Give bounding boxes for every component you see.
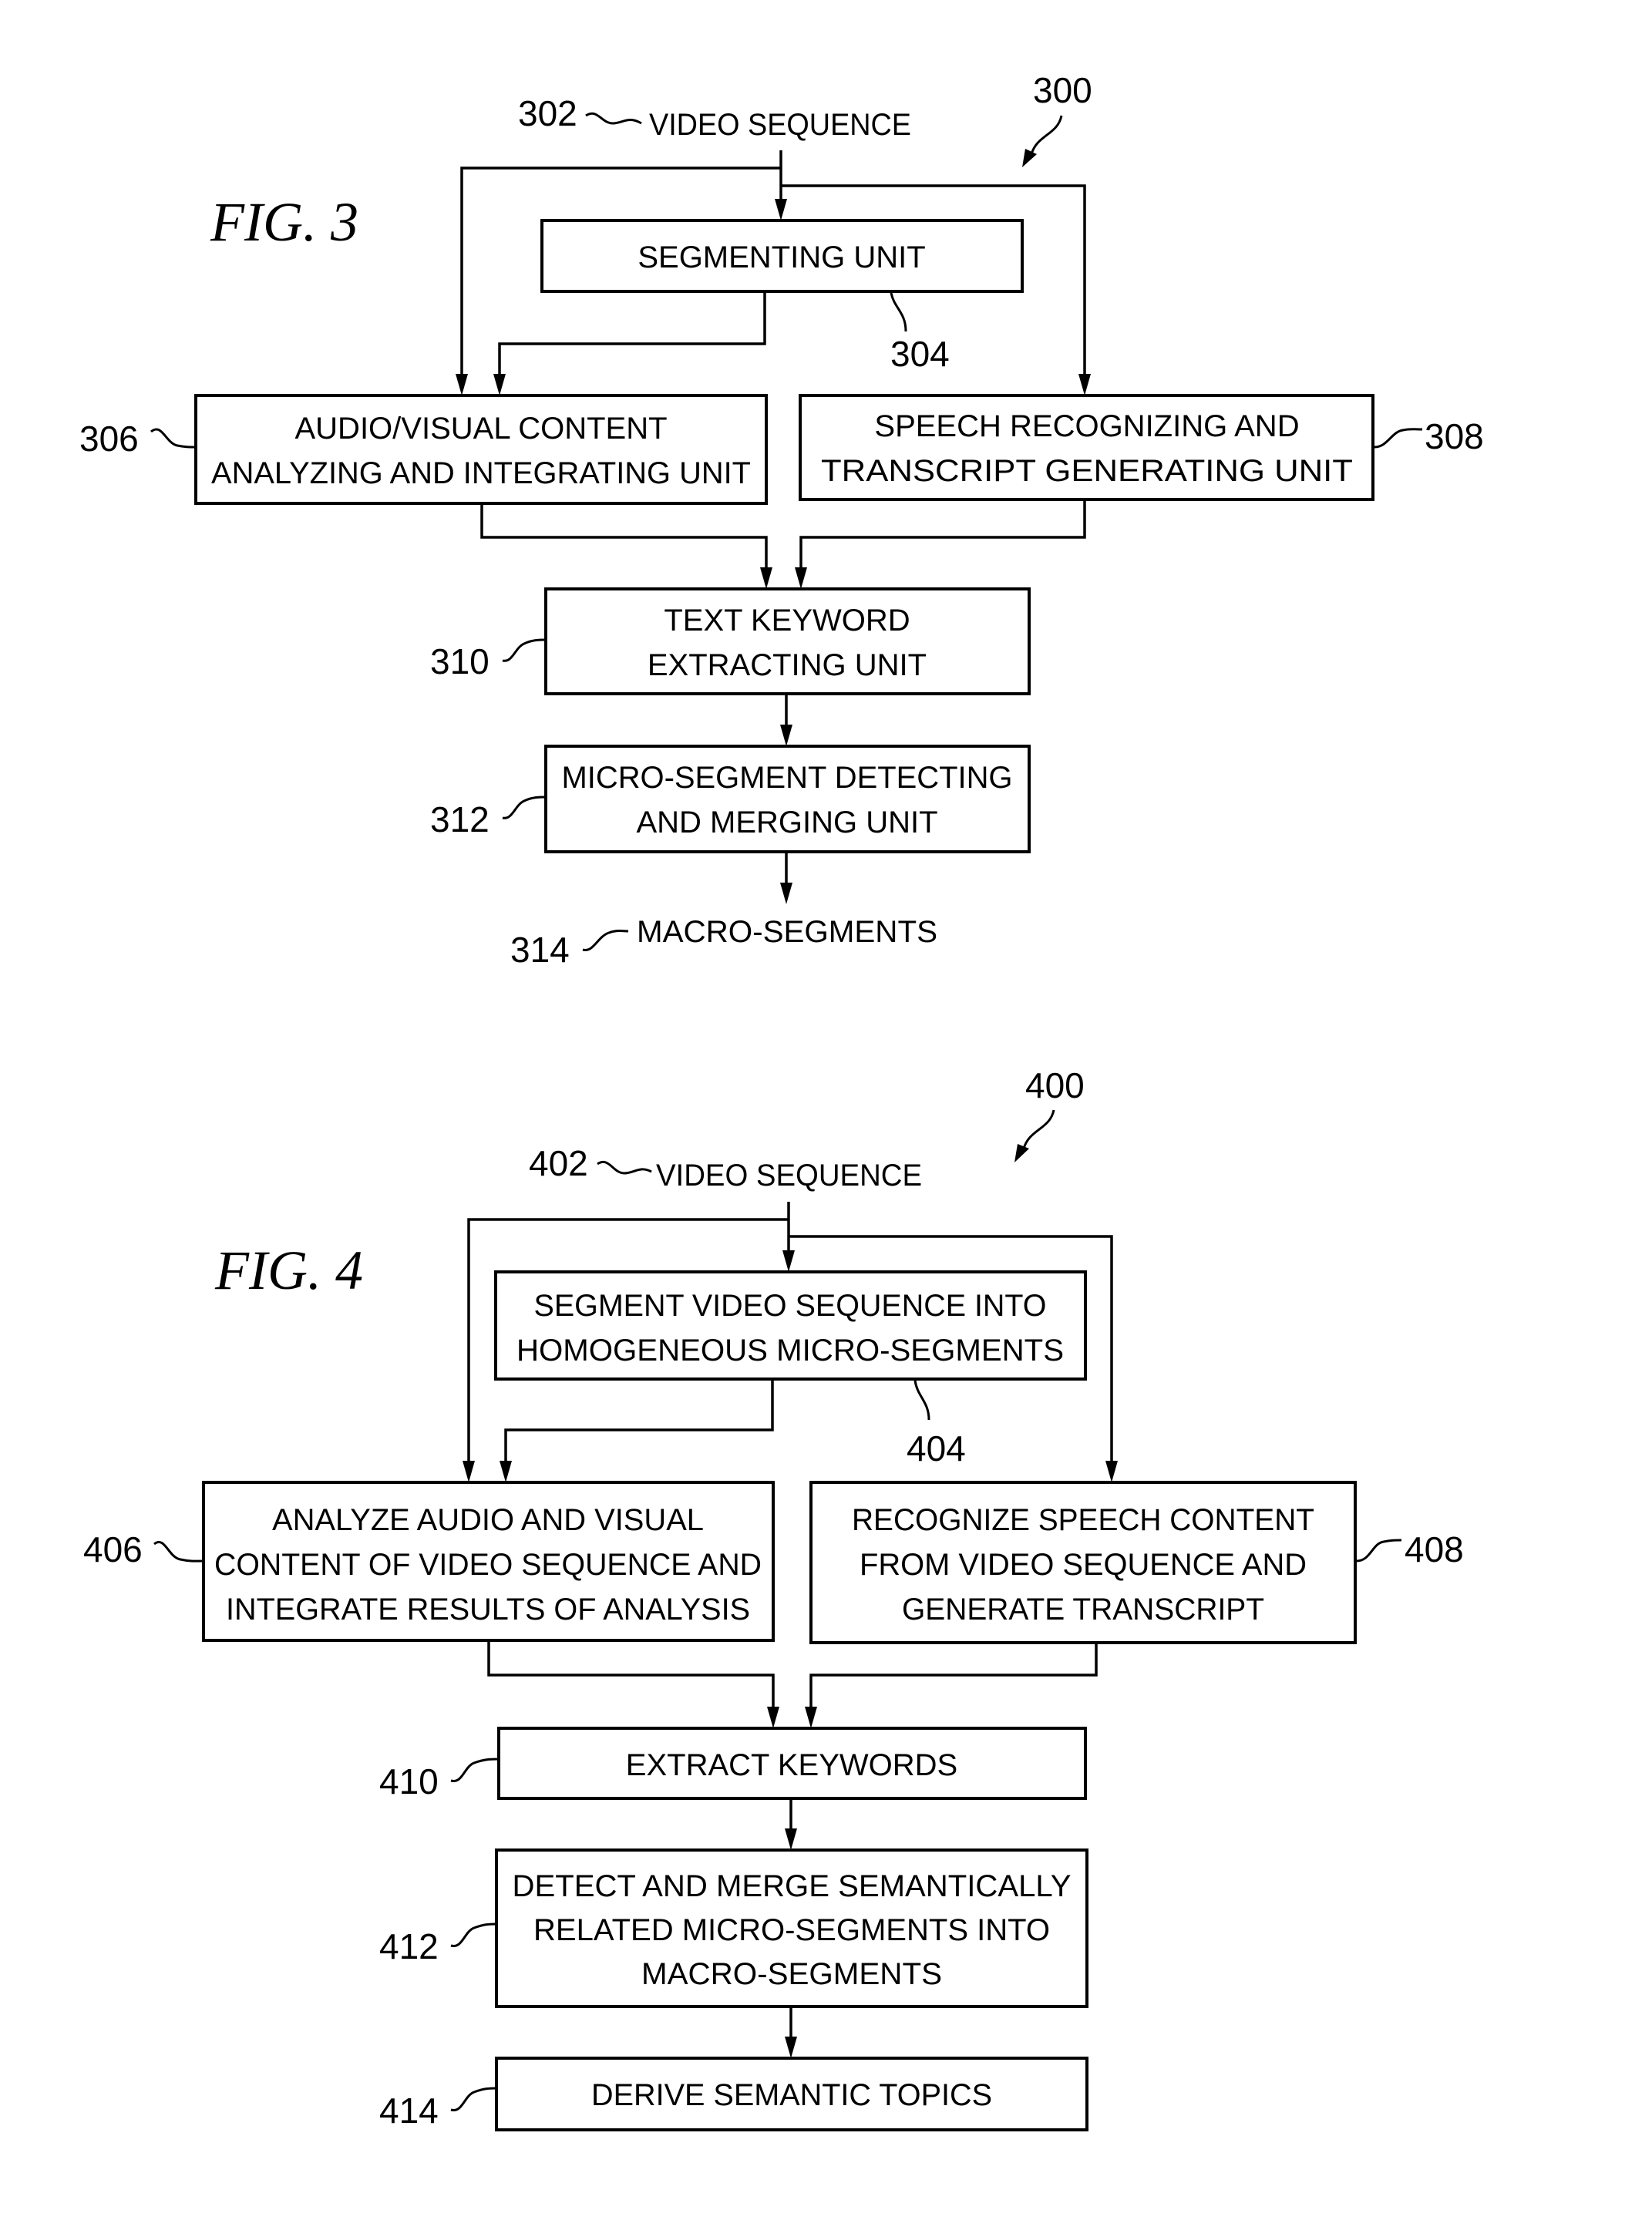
node-312-line-2: AND MERGING UNIT [636, 806, 937, 839]
connector-306-310 [480, 503, 768, 574]
leader-404 [913, 1380, 930, 1421]
node-310-line-1: TEXT KEYWORD [664, 604, 910, 637]
leader-408 [1356, 1539, 1402, 1563]
node-412-line-2: RELATED MICRO-SEGMENTS INTO [533, 1913, 1050, 1947]
connector-304-306 [498, 291, 766, 379]
node-408-line-2: FROM VIDEO SEQUENCE AND [860, 1548, 1307, 1582]
leader-414 [450, 2087, 497, 2111]
node-406-line-3: INTEGRATE RESULTS OF ANALYSIS [226, 1593, 750, 1626]
node-410-ref: 410 [379, 1761, 439, 1801]
arrowhead-306b [493, 374, 506, 395]
arrowhead-410b [805, 1707, 817, 1728]
leader-302 [585, 112, 642, 125]
node-312-ref: 312 [430, 799, 490, 839]
input-label-302: VIDEO SEQUENCE [649, 108, 911, 142]
figure-4-ref-arrowhead [1014, 1144, 1029, 1162]
leader-312 [502, 796, 547, 819]
output-label-314: MACRO-SEGMENTS [637, 915, 937, 949]
node-408-line-3: GENERATE TRANSCRIPT [902, 1593, 1264, 1626]
node-410-line-1: EXTRACT KEYWORDS [626, 1748, 957, 1782]
node-308-ref: 308 [1425, 416, 1484, 456]
figure-4-ref: 400 [1025, 1065, 1085, 1105]
connector-408-410 [809, 1643, 1098, 1713]
node-404-line-1: SEGMENT VIDEO SEQUENCE INTO [534, 1289, 1047, 1323]
leader-412 [450, 1922, 497, 1947]
input-ref-302: 302 [518, 93, 577, 133]
arrowhead-404 [782, 1250, 795, 1272]
arrowhead-306a [456, 374, 468, 395]
patent-drawing: FIG. 3 300 302 VIDEO SEQUENCE SEGMENTING… [79, 70, 1484, 2131]
node-412-ref: 412 [379, 1926, 439, 1966]
node-306-line-1: AUDIO/VISUAL CONTENT [294, 412, 667, 446]
figure-3-title: FIG. 3 [210, 191, 358, 253]
connector-406-410 [487, 1640, 775, 1713]
figure-3-ref-arrow [1030, 115, 1063, 155]
leader-410 [450, 1758, 500, 1782]
figure-4-title: FIG. 4 [214, 1240, 363, 1301]
figure-4: FIG. 4 400 402 VIDEO SEQUENCE SEGMENT VI… [83, 1065, 1464, 2131]
figure-3: FIG. 3 300 302 VIDEO SEQUENCE SEGMENTING… [79, 70, 1484, 970]
node-406-line-2: CONTENT OF VIDEO SEQUENCE AND [214, 1548, 762, 1582]
leader-314 [582, 930, 629, 951]
input-label-402: VIDEO SEQUENCE [656, 1159, 922, 1193]
node-412-line-3: MACRO-SEGMENTS [641, 1957, 942, 1991]
node-414-ref: 414 [379, 2091, 439, 2131]
arrowhead-304 [775, 199, 787, 220]
node-312-line-1: MICRO-SEGMENT DETECTING [562, 761, 1013, 795]
node-412-line-1: DETECT AND MERGE SEMANTICALLY [513, 1869, 1072, 1903]
arrowhead-414 [785, 2037, 797, 2058]
node-404-line-2: HOMOGENEOUS MICRO-SEGMENTS [516, 1334, 1064, 1367]
node-306-ref: 306 [79, 419, 139, 459]
leader-308 [1374, 428, 1423, 449]
figure-3-ref-arrowhead [1022, 149, 1037, 167]
leader-310 [502, 638, 547, 662]
figure-4-ref-arrow [1022, 1109, 1055, 1149]
node-310-line-2: EXTRACTING UNIT [648, 648, 927, 682]
node-408-ref: 408 [1405, 1529, 1464, 1569]
arrowhead-406a [463, 1461, 475, 1482]
input-ref-402: 402 [529, 1143, 588, 1183]
arrowhead-314 [780, 883, 792, 904]
node-404-ref: 404 [907, 1428, 966, 1468]
arrowhead-310b [795, 567, 807, 589]
leader-402 [597, 1161, 652, 1175]
output-ref-314: 314 [510, 930, 570, 970]
node-406-ref: 406 [83, 1529, 143, 1569]
arrowhead-410a [767, 1707, 779, 1728]
connector-404-406 [504, 1379, 774, 1467]
node-308-line-2: TRANSCRIPT GENERATING UNIT [821, 454, 1353, 488]
arrowhead-412 [785, 1828, 797, 1850]
figure-3-ref: 300 [1033, 70, 1092, 110]
node-304-ref: 304 [890, 334, 950, 374]
node-304-line-1: SEGMENTING UNIT [638, 241, 925, 274]
arrowhead-312 [780, 725, 792, 746]
arrowhead-308 [1078, 374, 1091, 395]
arrowhead-408 [1105, 1461, 1118, 1482]
leader-306 [150, 428, 197, 449]
node-406-line-1: ANALYZE AUDIO AND VISUAL [272, 1503, 704, 1537]
arrowhead-310a [760, 567, 772, 589]
leader-304 [890, 292, 907, 332]
node-408-line-1: RECOGNIZE SPEECH CONTENT [852, 1503, 1314, 1537]
connector-308-310 [799, 500, 1086, 574]
arrowhead-406b [500, 1461, 512, 1482]
node-310-ref: 310 [430, 641, 490, 681]
node-306-line-2: ANALYZING AND INTEGRATING UNIT [211, 456, 751, 490]
node-414-line-1: DERIVE SEMANTIC TOPICS [591, 2078, 992, 2112]
leader-406 [153, 1541, 204, 1563]
node-308-line-1: SPEECH RECOGNIZING AND [874, 409, 1299, 443]
